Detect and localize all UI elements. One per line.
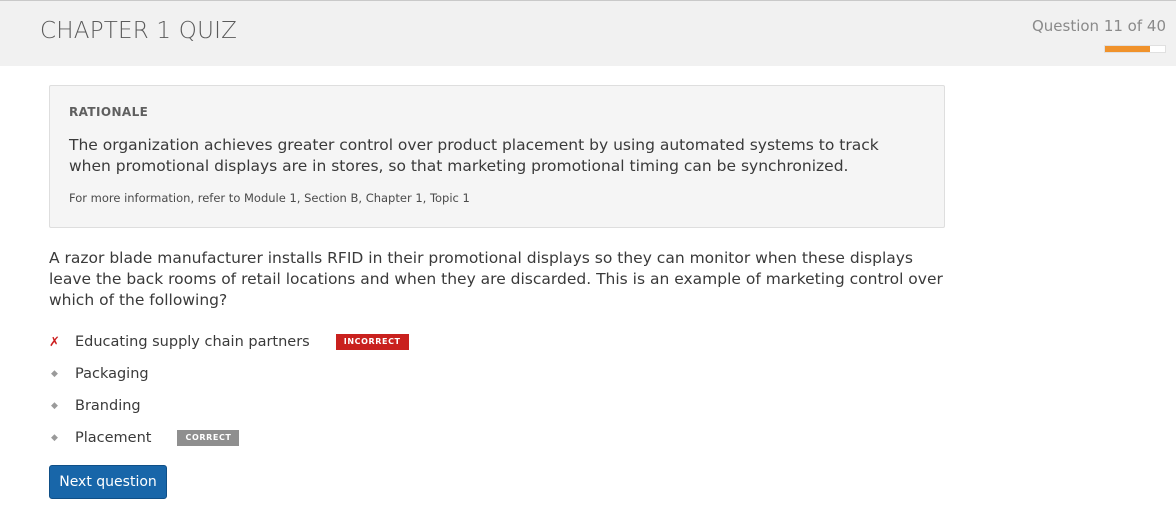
next-question-button[interactable]: Next question [49, 465, 167, 499]
answer-label: Educating supply chain partners [75, 334, 310, 350]
answer-option: ◆ Packaging [49, 358, 409, 390]
diamond-bullet-icon: ◆ [51, 401, 58, 411]
answer-option: ✗ Educating supply chain partners INCORR… [49, 326, 409, 358]
answer-label: Branding [75, 398, 141, 414]
answer-option: ◆ Branding [49, 390, 409, 422]
rationale-heading: RATIONALE [69, 105, 149, 119]
progress-bar-fill [1105, 46, 1150, 52]
quiz-header: CHAPTER 1 QUIZ Question 11 of 40 [0, 0, 1176, 66]
incorrect-x-icon: ✗ [49, 334, 60, 350]
quiz-title: CHAPTER 1 QUIZ [40, 18, 238, 44]
rationale-text: The organization achieves greater contro… [69, 136, 879, 175]
answer-label: Packaging [75, 366, 149, 382]
question-text: A razor blade manufacturer installs RFID… [49, 249, 943, 309]
rationale-panel: RATIONALE The organization achieves grea… [49, 85, 945, 228]
progress-bar [1104, 45, 1166, 53]
incorrect-badge: INCORRECT [335, 334, 409, 350]
rationale-reference: For more information, refer to Module 1,… [69, 191, 470, 205]
diamond-bullet-icon: ◆ [51, 433, 58, 443]
answer-label: Placement [75, 430, 152, 446]
correct-badge: CORRECT [177, 430, 240, 446]
answer-list: ✗ Educating supply chain partners INCORR… [49, 326, 409, 454]
answer-option: ◆ Placement CORRECT [49, 422, 409, 454]
diamond-bullet-icon: ◆ [51, 369, 58, 379]
question-counter: Question 11 of 40 [1031, 17, 1166, 35]
quiz-page: CHAPTER 1 QUIZ Question 11 of 40 RATIONA… [0, 0, 1176, 519]
